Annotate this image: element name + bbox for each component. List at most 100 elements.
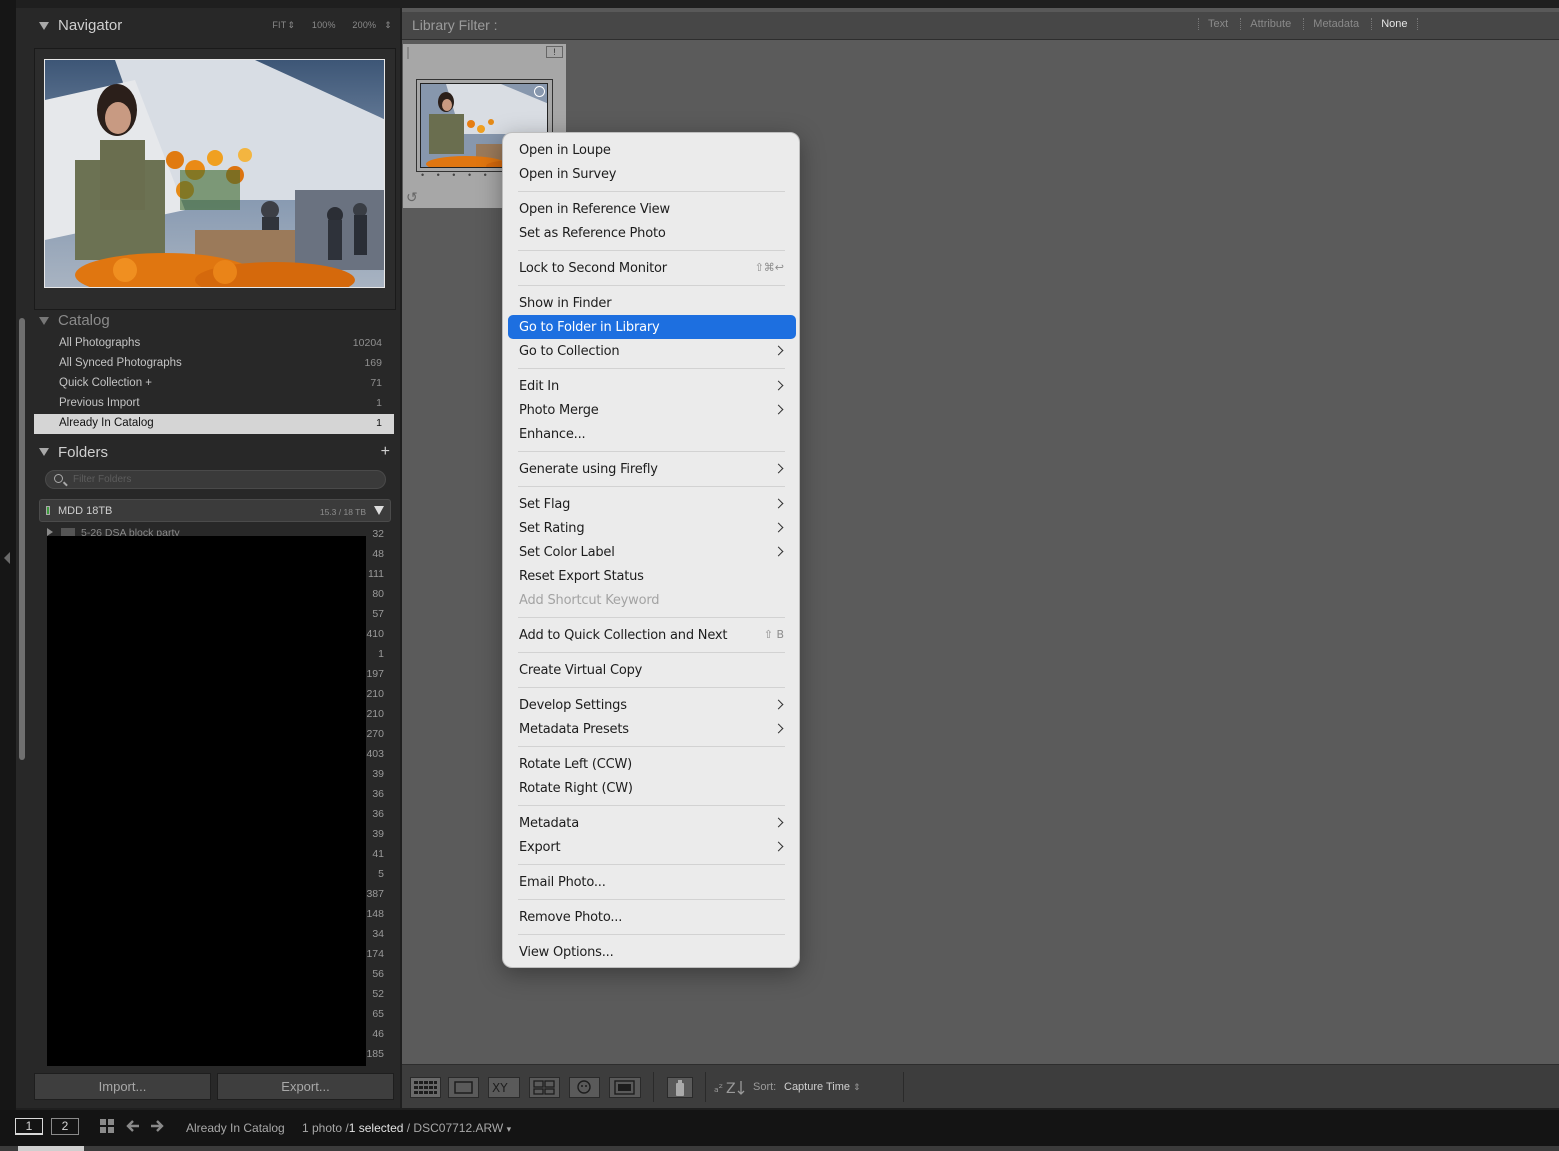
menu-item-develop-settings[interactable]: Develop Settings bbox=[508, 693, 796, 717]
disclosure-triangle-icon[interactable] bbox=[39, 22, 49, 30]
compare-view-button[interactable]: XY bbox=[488, 1077, 520, 1098]
menu-item-edit-in[interactable]: Edit In bbox=[508, 374, 796, 398]
selection-info[interactable]: 1 photo /1 selected / DSC07712.ARW ▾ bbox=[302, 1121, 511, 1135]
catalog-item-already-in-catalog[interactable]: Already In Catalog 1 bbox=[34, 414, 394, 434]
catalog-item-count: 10204 bbox=[352, 337, 382, 349]
chevron-right-icon bbox=[773, 522, 784, 533]
folder-search-placeholder: Filter Folders bbox=[73, 474, 132, 485]
volume-row[interactable]: MDD 18TB 15.3 / 18 TB bbox=[39, 499, 391, 522]
main-window-button[interactable]: 1 bbox=[15, 1118, 43, 1135]
catalog-item-count: 1 bbox=[376, 397, 382, 409]
source-label[interactable]: Already In Catalog bbox=[186, 1121, 285, 1135]
menu-item-shortcut: ⇧⌘↩ bbox=[754, 261, 784, 274]
grid-icon[interactable] bbox=[99, 1118, 115, 1138]
menu-item-generate-using-firefly[interactable]: Generate using Firefly bbox=[508, 457, 796, 481]
zoom-200-option[interactable]: 200% bbox=[352, 20, 376, 30]
left-edge-strip bbox=[0, 0, 16, 1110]
menu-item-remove-photo[interactable]: Remove Photo... bbox=[508, 905, 796, 929]
left-panel-scrollbar[interactable] bbox=[19, 318, 25, 760]
menu-item-set-rating[interactable]: Set Rating bbox=[508, 516, 796, 540]
menu-item-export[interactable]: Export bbox=[508, 835, 796, 859]
navigator-header[interactable]: Navigator FIT⇕ 100% 200% ⇕ bbox=[34, 12, 396, 42]
filter-metadata-option[interactable]: Metadata bbox=[1303, 18, 1360, 30]
import-button[interactable]: Import... bbox=[34, 1073, 211, 1100]
catalog-item-previous-import[interactable]: Previous Import 1 bbox=[34, 394, 394, 414]
people-view-button[interactable] bbox=[569, 1077, 600, 1098]
warning-badge-icon[interactable]: ! bbox=[546, 46, 563, 58]
menu-separator bbox=[518, 486, 785, 487]
volume-disclosure-icon[interactable] bbox=[374, 506, 384, 515]
menu-item-label: Create Virtual Copy bbox=[519, 663, 643, 678]
menu-item-set-color-label[interactable]: Set Color Label bbox=[508, 540, 796, 564]
zoom-100-option[interactable]: 100% bbox=[312, 20, 336, 30]
sort-select[interactable]: Capture Time ⇕ bbox=[784, 1081, 861, 1093]
menu-item-rotate-left-ccw[interactable]: Rotate Left (CCW) bbox=[508, 752, 796, 776]
collapse-left-panel-icon[interactable] bbox=[4, 552, 10, 564]
disclosure-triangle-icon[interactable] bbox=[39, 448, 49, 456]
forward-arrow-icon[interactable] bbox=[149, 1118, 165, 1138]
zoom-fit-option[interactable]: FIT bbox=[272, 20, 286, 30]
chevron-down-icon[interactable]: ▾ bbox=[507, 1124, 512, 1134]
expand-triangle-icon[interactable] bbox=[47, 528, 53, 536]
chevron-right-icon bbox=[773, 817, 784, 828]
menu-item-show-in-finder[interactable]: Show in Finder bbox=[508, 291, 796, 315]
menu-item-label: Metadata bbox=[519, 816, 579, 831]
menu-item-set-flag[interactable]: Set Flag bbox=[508, 492, 796, 516]
menu-item-set-as-reference-photo[interactable]: Set as Reference Photo bbox=[508, 221, 796, 245]
library-filter-bar: Library Filter : Text Attribute Metadata… bbox=[402, 12, 1559, 40]
quick-collection-marker-icon[interactable] bbox=[534, 86, 545, 97]
catalog-item-all-photographs[interactable]: All Photographs 10204 bbox=[34, 334, 394, 354]
menu-item-open-in-loupe[interactable]: Open in Loupe bbox=[508, 138, 796, 162]
navigator-title: Navigator bbox=[58, 17, 123, 34]
menu-separator bbox=[518, 617, 785, 618]
selected-count: 1 selected bbox=[348, 1121, 404, 1135]
painter-spray-can-icon[interactable] bbox=[667, 1077, 693, 1098]
menu-item-label: Go to Collection bbox=[519, 344, 620, 359]
rotate-icon[interactable]: ↺ bbox=[406, 189, 418, 206]
menu-item-go-to-collection[interactable]: Go to Collection bbox=[508, 339, 796, 363]
filmstrip-scrollbar[interactable] bbox=[0, 1146, 1559, 1151]
menu-item-open-in-reference-view[interactable]: Open in Reference View bbox=[508, 197, 796, 221]
rating-dots[interactable]: • • • • • bbox=[421, 170, 492, 180]
menu-item-email-photo[interactable]: Email Photo... bbox=[508, 870, 796, 894]
disclosure-triangle-icon[interactable] bbox=[39, 317, 49, 325]
loupe-view-button[interactable] bbox=[448, 1077, 479, 1098]
menu-item-metadata-presets[interactable]: Metadata Presets bbox=[508, 717, 796, 741]
grid-view-button[interactable] bbox=[410, 1077, 441, 1098]
secondary-window-button[interactable]: 2 bbox=[51, 1118, 79, 1135]
flag-icon[interactable] bbox=[407, 47, 416, 59]
menu-item-photo-merge[interactable]: Photo Merge bbox=[508, 398, 796, 422]
back-arrow-icon[interactable] bbox=[125, 1118, 141, 1138]
filter-text-option[interactable]: Text bbox=[1198, 18, 1229, 30]
menu-item-metadata[interactable]: Metadata bbox=[508, 811, 796, 835]
catalog-header[interactable]: Catalog bbox=[34, 312, 396, 332]
menu-separator bbox=[518, 451, 785, 452]
sort-direction-icon[interactable]: ₐᶻ Z bbox=[713, 1077, 746, 1098]
filter-none-option[interactable]: None bbox=[1371, 18, 1408, 30]
library-filter-options: Text Attribute Metadata None bbox=[1198, 18, 1418, 30]
menu-separator bbox=[518, 191, 785, 192]
menu-item-open-in-survey[interactable]: Open in Survey bbox=[508, 162, 796, 186]
menu-item-reset-export-status[interactable]: Reset Export Status bbox=[508, 564, 796, 588]
navigator-preview-image[interactable] bbox=[44, 59, 385, 288]
export-button[interactable]: Export... bbox=[217, 1073, 394, 1100]
survey-view-button[interactable] bbox=[529, 1077, 560, 1098]
add-folder-icon[interactable]: + bbox=[381, 443, 390, 461]
menu-item-create-virtual-copy[interactable]: Create Virtual Copy bbox=[508, 658, 796, 682]
secondary-display-button[interactable] bbox=[609, 1077, 641, 1098]
menu-separator bbox=[518, 250, 785, 251]
catalog-item-all-synced-photographs[interactable]: All Synced Photographs 169 bbox=[34, 354, 394, 374]
menu-item-enhance[interactable]: Enhance... bbox=[508, 422, 796, 446]
filmstrip-scroll-thumb[interactable] bbox=[18, 1146, 84, 1151]
folders-header[interactable]: Folders + bbox=[34, 442, 396, 464]
filter-attribute-option[interactable]: Attribute bbox=[1240, 18, 1292, 30]
catalog-item-quick-collection[interactable]: Quick Collection + 71 bbox=[34, 374, 394, 394]
menu-item-go-to-folder-in-library[interactable]: Go to Folder in Library bbox=[508, 315, 796, 339]
menu-item-view-options[interactable]: View Options... bbox=[508, 940, 796, 964]
svg-text:ₐᶻ: ₐᶻ bbox=[714, 1081, 723, 1095]
menu-item-lock-to-second-monitor[interactable]: Lock to Second Monitor ⇧⌘↩ bbox=[508, 256, 796, 280]
menu-item-rotate-right-cw[interactable]: Rotate Right (CW) bbox=[508, 776, 796, 800]
folder-search-input[interactable]: Filter Folders bbox=[45, 470, 386, 489]
catalog-item-count: 1 bbox=[376, 417, 382, 429]
menu-item-add-to-quick-collection-and-next[interactable]: Add to Quick Collection and Next ⇧ B bbox=[508, 623, 796, 647]
